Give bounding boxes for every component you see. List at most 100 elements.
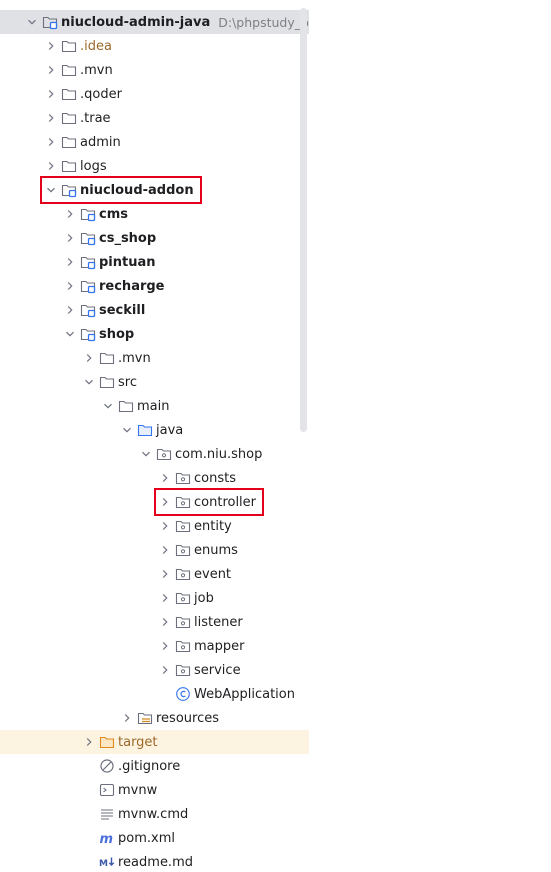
- package-icon: [175, 494, 191, 510]
- tree-row-trae[interactable]: .trae: [0, 106, 309, 130]
- tree-row-niucloud-admin-java[interactable]: niucloud-admin-java D:\phpstudy_pro\WWW\: [0, 10, 309, 34]
- chevron-right-icon[interactable]: [157, 614, 173, 630]
- chevron-right-icon[interactable]: [157, 518, 173, 534]
- project-tree-panel[interactable]: niucloud-admin-java D:\phpstudy_pro\WWW\.…: [0, 0, 309, 872]
- excluded-folder-icon: [99, 734, 115, 750]
- tree-row-mapper[interactable]: mapper: [0, 634, 309, 658]
- tree-row-job[interactable]: job: [0, 586, 309, 610]
- chevron-right-icon[interactable]: [119, 710, 135, 726]
- chevron-right-icon[interactable]: [62, 230, 78, 246]
- tree-row-seckill[interactable]: seckill: [0, 298, 309, 322]
- chevron-right-icon[interactable]: [62, 206, 78, 222]
- chevron-right-icon[interactable]: [157, 566, 173, 582]
- resources-folder-icon: [137, 710, 153, 726]
- chevron-right-icon[interactable]: [81, 734, 97, 750]
- tree-row-src[interactable]: src: [0, 370, 309, 394]
- tree-item-label: cms: [99, 206, 128, 222]
- tree-row-mvn[interactable]: .mvn: [0, 58, 309, 82]
- tree-row-recharge[interactable]: recharge: [0, 274, 309, 298]
- chevron-right-icon[interactable]: [157, 638, 173, 654]
- chevron-down-icon[interactable]: [138, 446, 154, 462]
- chevron-right-icon[interactable]: [157, 590, 173, 606]
- chevron-down-icon[interactable]: [119, 422, 135, 438]
- tree-row-admin[interactable]: admin: [0, 130, 309, 154]
- tree-row-readme-md[interactable]: Mreadme.md: [0, 850, 309, 872]
- tree-row-target[interactable]: target: [0, 730, 309, 754]
- tree-item-label: niucloud-admin-java: [61, 14, 211, 30]
- chevron-right-icon[interactable]: [157, 494, 173, 510]
- tree-row-service[interactable]: service: [0, 658, 309, 682]
- chevron-right-icon[interactable]: [43, 134, 59, 150]
- tree-item-label: admin: [80, 134, 121, 150]
- tree-row-listener[interactable]: listener: [0, 610, 309, 634]
- tree-row-com-niu-shop[interactable]: com.niu.shop: [0, 442, 309, 466]
- tree-row-qoder[interactable]: .qoder: [0, 82, 309, 106]
- tree-row-resources[interactable]: resources: [0, 706, 309, 730]
- tree-row-enums[interactable]: enums: [0, 538, 309, 562]
- chevron-down-icon[interactable]: [81, 374, 97, 390]
- chevron-right-icon[interactable]: [43, 110, 59, 126]
- scrollbar-thumb[interactable]: [300, 8, 307, 432]
- tree-row-logs[interactable]: logs: [0, 154, 309, 178]
- editor-empty-area: [309, 0, 551, 872]
- tree-row-mvnw[interactable]: mvnw: [0, 778, 309, 802]
- tree-row-event[interactable]: event: [0, 562, 309, 586]
- chevron-right-icon[interactable]: [43, 86, 59, 102]
- chevron-down-icon[interactable]: [43, 182, 59, 198]
- chevron-right-icon[interactable]: [62, 302, 78, 318]
- package-icon: [175, 470, 191, 486]
- tree-row-main[interactable]: main: [0, 394, 309, 418]
- tree-item-label: service: [194, 662, 241, 678]
- chevron-down-icon[interactable]: [100, 398, 116, 414]
- chevron-right-icon[interactable]: [157, 470, 173, 486]
- tree-item-label: shop: [99, 326, 135, 342]
- module-folder-icon: [61, 182, 77, 198]
- tree-row-shop[interactable]: shop: [0, 322, 309, 346]
- package-icon: [175, 590, 191, 606]
- chevron-right-icon[interactable]: [62, 254, 78, 270]
- tree-row-consts[interactable]: consts: [0, 466, 309, 490]
- package-icon: [175, 662, 191, 678]
- tree-row-java[interactable]: java: [0, 418, 309, 442]
- svg-text:M: M: [99, 859, 108, 869]
- tree-row-cms[interactable]: cms: [0, 202, 309, 226]
- tree-row-pintuan[interactable]: pintuan: [0, 250, 309, 274]
- tree-row-cs-shop[interactable]: cs_shop: [0, 226, 309, 250]
- chevron-right-icon[interactable]: [43, 158, 59, 174]
- chevron-down-icon[interactable]: [24, 14, 40, 30]
- chevron-right-icon[interactable]: [43, 38, 59, 54]
- tree-item-label: .mvn: [80, 62, 113, 78]
- tree-item-label: main: [137, 398, 170, 414]
- module-folder-icon: [80, 326, 96, 342]
- tree-row-niucloud-addon[interactable]: niucloud-addon: [0, 178, 309, 202]
- tree-row-controller[interactable]: controller: [0, 490, 309, 514]
- chevron-right-icon[interactable]: [157, 662, 173, 678]
- module-folder-icon: [80, 206, 96, 222]
- chevron-right-icon[interactable]: [62, 278, 78, 294]
- tree-item-label: .gitignore: [118, 758, 181, 774]
- vertical-scrollbar[interactable]: [298, 8, 308, 432]
- chevron-right-icon[interactable]: [81, 350, 97, 366]
- text-file-icon: [99, 806, 115, 822]
- tree-row-gitignore[interactable]: .gitignore: [0, 754, 309, 778]
- tree-item-label: logs: [80, 158, 107, 174]
- chevron-right-icon[interactable]: [157, 542, 173, 558]
- tree-row-pom-xml[interactable]: m pom.xml: [0, 826, 309, 850]
- chevron-down-icon[interactable]: [62, 326, 78, 342]
- svg-text:m: m: [100, 832, 114, 846]
- tree-row-mvnw-cmd[interactable]: mvnw.cmd: [0, 802, 309, 826]
- tree-row-entity[interactable]: entity: [0, 514, 309, 538]
- module-folder-icon: [80, 302, 96, 318]
- tree-item-label: resources: [156, 710, 220, 726]
- tree-item-label: job: [194, 590, 214, 606]
- tree-item-label: listener: [194, 614, 243, 630]
- chevron-right-icon[interactable]: [43, 62, 59, 78]
- package-icon: [175, 566, 191, 582]
- package-icon: [175, 542, 191, 558]
- tree-item-label: .qoder: [80, 86, 122, 102]
- tree-row-idea[interactable]: .idea: [0, 34, 309, 58]
- folder-icon: [61, 38, 77, 54]
- tree-row-webapplication[interactable]: WebApplication: [0, 682, 309, 706]
- tree-row-mvn[interactable]: .mvn: [0, 346, 309, 370]
- module-folder-icon: [80, 254, 96, 270]
